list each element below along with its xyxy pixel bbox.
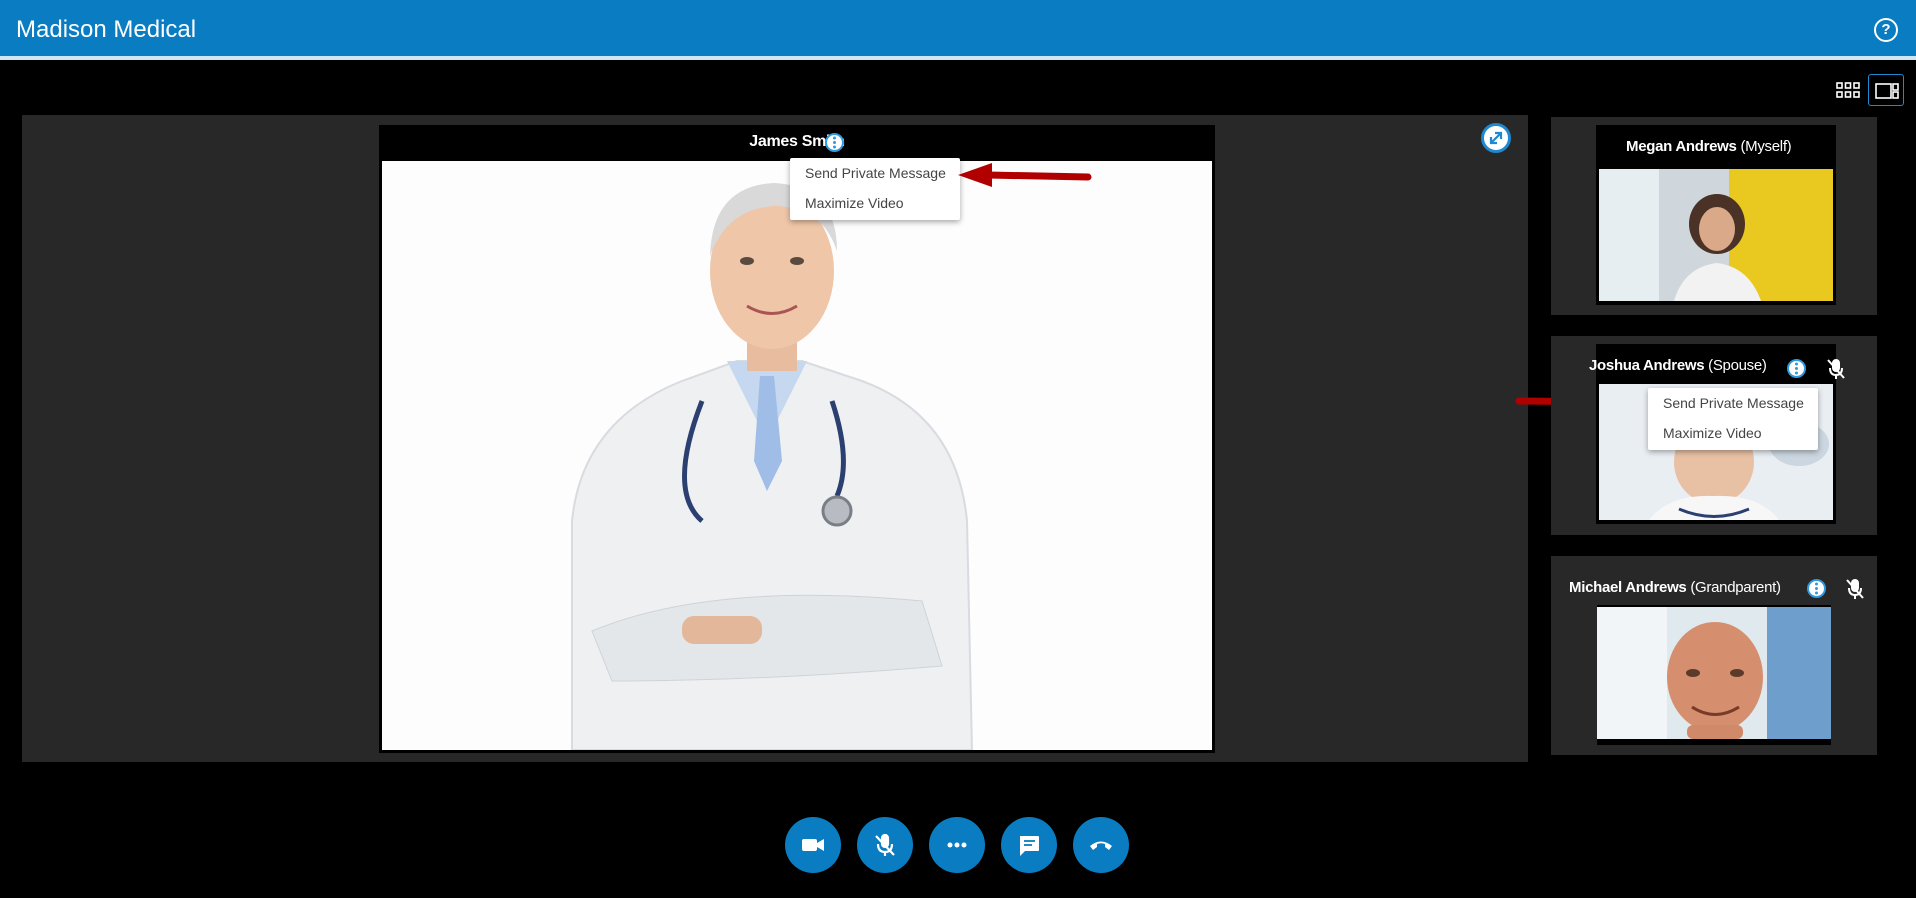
end-call-button[interactable]: [1073, 817, 1129, 873]
camera-icon: [802, 839, 824, 851]
app-title: Madison Medical: [16, 16, 197, 43]
app-header: Madison Medical ?: [0, 0, 1916, 60]
participant-name: Megan Andrews: [1626, 138, 1737, 155]
annotation-arrow: [958, 163, 1092, 187]
participant-tile: Michael Andrews (Grandparent): [1551, 556, 1877, 755]
participant-video: Megan Andrews (Myself): [1596, 125, 1836, 305]
main-participant-menu: Send Private Message Maximize Video: [790, 158, 960, 220]
microphone-off-icon: [875, 833, 895, 856]
participant-video-feed: [1597, 605, 1831, 745]
expand-icon[interactable]: [1481, 123, 1511, 153]
participant-role: (Grandparent): [1690, 579, 1781, 596]
participant-video-image: [1599, 169, 1833, 301]
speaker-view-icon: [1875, 83, 1899, 99]
camera-button[interactable]: [785, 817, 841, 873]
participant-options-icon[interactable]: [825, 133, 844, 152]
more-options-icon: [947, 842, 967, 848]
more-options-button[interactable]: [929, 817, 985, 873]
participant-options-icon[interactable]: [1807, 579, 1826, 598]
main-video-header: James Smith: [379, 125, 1215, 159]
participant-name: Michael Andrews: [1569, 579, 1687, 596]
send-private-message-item[interactable]: Send Private Message: [1648, 388, 1818, 418]
participant-role: (Myself): [1740, 138, 1792, 155]
participant-video: Michael Andrews (Grandparent): [1569, 564, 1836, 745]
end-call-icon: [1090, 841, 1112, 850]
grid-view-icon: [1836, 82, 1860, 98]
participant-label: Megan Andrews (Myself): [1626, 137, 1792, 157]
maximize-video-item[interactable]: Maximize Video: [1648, 418, 1818, 448]
participant-label: Michael Andrews (Grandparent): [1569, 578, 1781, 598]
maximize-video-item[interactable]: Maximize Video: [790, 188, 960, 218]
microphone-off-icon: [1827, 359, 1845, 379]
speaker-view-button[interactable]: [1868, 74, 1904, 106]
doctor-video-image: [382, 161, 1212, 750]
send-private-message-item[interactable]: Send Private Message: [790, 158, 960, 188]
participant-tile: Megan Andrews (Myself): [1551, 117, 1877, 315]
participant-name: Joshua Andrews: [1589, 357, 1705, 374]
participant-options-icon[interactable]: [1787, 359, 1806, 378]
participant-role: (Spouse): [1708, 357, 1767, 374]
grid-view-button[interactable]: [1830, 74, 1866, 106]
participant-menu: Send Private Message Maximize Video: [1648, 388, 1818, 450]
participant-video-image: [1597, 607, 1831, 739]
main-stage: James Smith: [22, 115, 1528, 762]
chat-icon: [1020, 836, 1039, 856]
microphone-off-icon: [1846, 579, 1864, 599]
main-video-feed: [382, 161, 1212, 750]
participant-label: Joshua Andrews (Spouse): [1589, 356, 1767, 376]
help-icon[interactable]: ?: [1874, 18, 1898, 42]
participant-video-feed: [1599, 169, 1833, 301]
chat-button[interactable]: [1001, 817, 1057, 873]
mute-microphone-button[interactable]: [857, 817, 913, 873]
